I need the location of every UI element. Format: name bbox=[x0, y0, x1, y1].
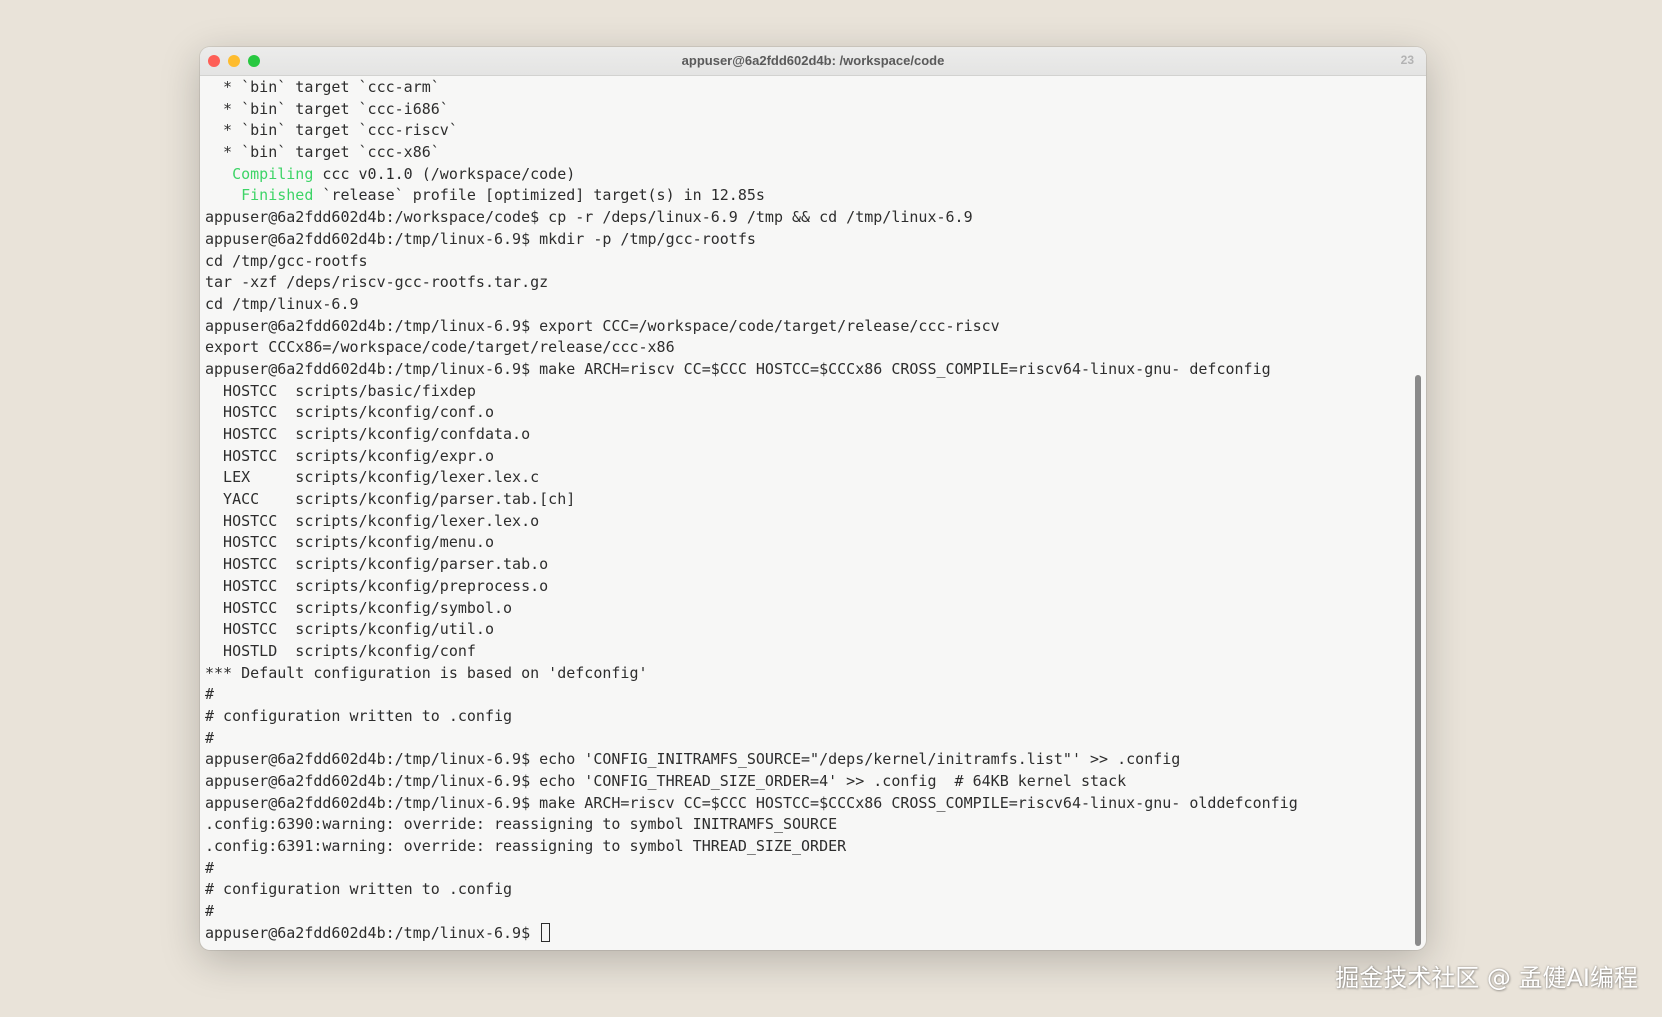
terminal-line: HOSTCC scripts/kconfig/expr.o bbox=[205, 446, 494, 465]
terminal-line: appuser@6a2fdd602d4b:/workspace/code$ cp… bbox=[205, 208, 973, 227]
terminal-line: appuser@6a2fdd602d4b:/tmp/linux-6.9$ mkd… bbox=[205, 229, 756, 248]
watermark: 掘金技术社区 @ 孟健AI编程 bbox=[1335, 964, 1638, 992]
terminal-line: export CCCx86=/workspace/code/target/rel… bbox=[205, 338, 675, 357]
terminal-line: tar -xzf /deps/riscv-gcc-rootfs.tar.gz bbox=[205, 273, 549, 292]
terminal-line: *** Default configuration is based on 'd… bbox=[205, 663, 648, 682]
terminal-line: # configuration written to .config bbox=[205, 880, 513, 899]
terminal-line: appuser@6a2fdd602d4b:/tmp/linux-6.9$ mak… bbox=[205, 359, 1271, 378]
terminal-line: Compiling ccc v0.1.0 (/workspace/code) bbox=[205, 164, 1412, 186]
terminal-line: appuser@6a2fdd602d4b:/tmp/linux-6.9$ ech… bbox=[205, 750, 1181, 769]
terminal-line: HOSTCC scripts/kconfig/conf.o bbox=[205, 403, 494, 422]
text-cursor bbox=[541, 922, 551, 942]
terminal-line: # bbox=[205, 858, 215, 877]
window-badge: 23 bbox=[1400, 53, 1414, 67]
title-bar: appuser@6a2fdd602d4b: /workspace/code 23 bbox=[200, 47, 1426, 76]
terminal-line: .config:6391:warning: override: reassign… bbox=[205, 837, 847, 856]
terminal-line: HOSTCC scripts/kconfig/menu.o bbox=[205, 533, 494, 552]
terminal-line: HOSTCC scripts/basic/fixdep bbox=[205, 381, 476, 400]
terminal-line: * `bin` target `ccc-arm` bbox=[205, 78, 440, 96]
terminal-line: * `bin` target `ccc-riscv` bbox=[205, 121, 458, 140]
terminal-line: HOSTCC scripts/kconfig/lexer.lex.o bbox=[205, 511, 540, 530]
terminal-line: # configuration written to .config bbox=[205, 706, 513, 725]
window-title: appuser@6a2fdd602d4b: /workspace/code bbox=[681, 53, 945, 68]
terminal-line: appuser@6a2fdd602d4b:/tmp/linux-6.9$ exp… bbox=[205, 316, 1000, 335]
terminal-output[interactable]: * `bin` target `ccc-arm` * `bin` target … bbox=[205, 77, 1412, 946]
terminal-line: cd /tmp/gcc-rootfs bbox=[205, 251, 368, 270]
terminal-line: # bbox=[205, 685, 215, 704]
terminal-line: HOSTLD scripts/kconfig/conf bbox=[205, 641, 476, 660]
terminal-line: YACC scripts/kconfig/parser.tab.[ch] bbox=[205, 490, 576, 509]
terminal-line: cd /tmp/linux-6.9 bbox=[205, 294, 359, 313]
shell-prompt: appuser@6a2fdd602d4b:/tmp/linux-6.9$ bbox=[205, 923, 540, 942]
terminal-line: * `bin` target `ccc-i686` bbox=[205, 99, 449, 118]
scrollbar[interactable] bbox=[1414, 77, 1422, 946]
terminal-line: HOSTCC scripts/kconfig/util.o bbox=[205, 620, 494, 639]
terminal-line: .config:6390:warning: override: reassign… bbox=[205, 815, 838, 834]
terminal-line: LEX scripts/kconfig/lexer.lex.c bbox=[205, 468, 540, 487]
cargo-status-label: Finished bbox=[205, 186, 314, 205]
terminal-line: HOSTCC scripts/kconfig/confdata.o bbox=[205, 425, 531, 443]
terminal-line: Finished `release` profile [optimized] t… bbox=[205, 185, 1412, 207]
prompt-line[interactable]: appuser@6a2fdd602d4b:/tmp/linux-6.9$ bbox=[205, 922, 1412, 945]
terminal-line: # bbox=[205, 728, 215, 747]
terminal-line: HOSTCC scripts/kconfig/parser.tab.o bbox=[205, 555, 549, 574]
terminal-line: appuser@6a2fdd602d4b:/tmp/linux-6.9$ mak… bbox=[205, 793, 1298, 812]
cargo-status-text: `release` profile [optimized] target(s) … bbox=[313, 186, 765, 205]
terminal-line: HOSTCC scripts/kconfig/symbol.o bbox=[205, 598, 513, 617]
terminal-line: * `bin` target `ccc-x86` bbox=[205, 143, 440, 162]
terminal-window: appuser@6a2fdd602d4b: /workspace/code 23… bbox=[200, 47, 1426, 950]
terminal-line: # bbox=[205, 902, 215, 921]
terminal-line: HOSTCC scripts/kconfig/preprocess.o bbox=[205, 576, 549, 595]
terminal-line: appuser@6a2fdd602d4b:/tmp/linux-6.9$ ech… bbox=[205, 772, 1127, 790]
cargo-status-label: Compiling bbox=[205, 164, 314, 183]
scrollbar-thumb[interactable] bbox=[1415, 375, 1421, 946]
cargo-status-text: ccc v0.1.0 (/workspace/code) bbox=[313, 164, 576, 183]
